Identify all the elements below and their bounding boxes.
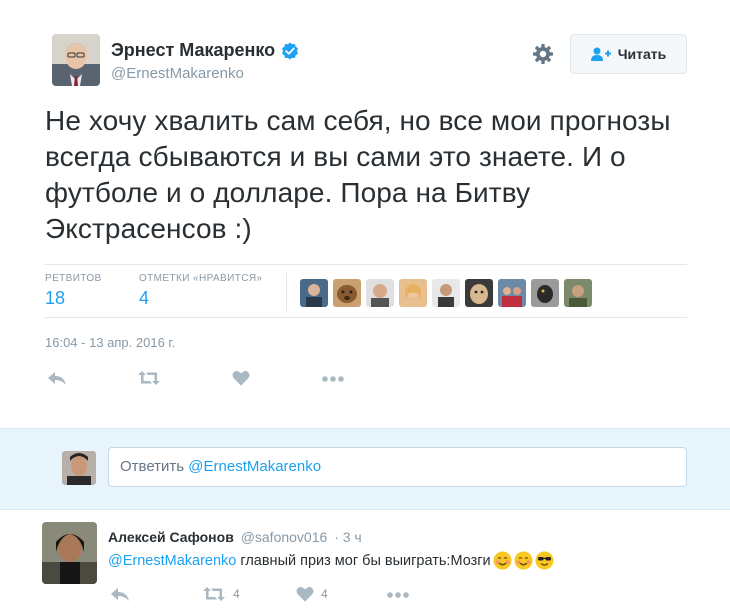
reply-retweet-count: 4 (233, 587, 240, 601)
reply-input[interactable]: Ответить @ErnestMakarenko (108, 447, 687, 487)
reply-like-count: 4 (321, 587, 328, 601)
retweets-stat[interactable]: РЕТВИТОВ 18 (45, 273, 102, 309)
follow-button[interactable]: Читать (570, 34, 687, 74)
sunglasses-face-icon (535, 551, 554, 570)
gear-icon[interactable] (532, 43, 554, 65)
tweet-timestamp[interactable]: 16:04 - 13 апр. 2016 г. (45, 335, 175, 350)
reply-mention[interactable]: @ErnestMakarenko (108, 553, 236, 569)
retweet-icon (203, 587, 225, 601)
retweets-label: РЕТВИТОВ (45, 273, 102, 284)
reply-icon[interactable] (47, 370, 67, 391)
author-name[interactable]: Эрнест Макаренко (111, 40, 275, 61)
more-icon[interactable] (386, 586, 410, 602)
heart-icon[interactable] (232, 370, 250, 391)
liker-avatar[interactable] (498, 279, 526, 307)
reply-icon[interactable] (110, 586, 130, 602)
liker-avatar[interactable] (333, 279, 361, 307)
follow-button-label: Читать (617, 46, 667, 62)
reply-text: @ErnestMakarenko главный приз мог бы выи… (108, 551, 554, 570)
stats-divider (286, 273, 287, 311)
add-user-icon (590, 47, 611, 61)
verified-badge-icon (281, 42, 299, 60)
reply-time[interactable]: · 3 ч (334, 529, 362, 545)
liker-avatar[interactable] (399, 279, 427, 307)
likes-label: ОТМЕТКИ «НРАВИТСЯ» (139, 273, 263, 284)
current-user-avatar (62, 451, 96, 485)
author-avatar[interactable] (52, 34, 100, 86)
retweet-icon[interactable] (137, 370, 161, 391)
heart-icon (296, 587, 314, 602)
liker-avatar[interactable] (564, 279, 592, 307)
liker-avatar[interactable] (531, 279, 559, 307)
retweets-count: 18 (45, 288, 66, 308)
reply-retweet-action[interactable]: 4 (202, 586, 240, 602)
liker-avatar[interactable] (366, 279, 394, 307)
liker-avatar[interactable] (465, 279, 493, 307)
reply-author-handle[interactable]: @safonov016 (241, 529, 328, 545)
main-tweet: Эрнест Макаренко @ErnestMakarenko Читать… (0, 0, 730, 425)
tweet-stats: РЕТВИТОВ 18 ОТМЕТКИ «НРАВИТСЯ» 4 (45, 264, 687, 318)
liker-avatar[interactable] (300, 279, 328, 307)
liker-avatar[interactable] (432, 279, 460, 307)
reply-composer: Ответить @ErnestMakarenko (0, 428, 730, 510)
likes-count: 4 (139, 288, 150, 308)
liker-avatars (300, 279, 597, 307)
author-handle[interactable]: @ErnestMakarenko (111, 65, 244, 82)
reply-header: Алексей Сафонов @safonov016 · 3 ч (108, 529, 362, 545)
smiling-face-icon (514, 551, 533, 570)
reply-like-action[interactable]: 4 (296, 586, 328, 602)
reply-author-name[interactable]: Алексей Сафонов (108, 529, 234, 545)
reply-input-mention: @ErnestMakarenko (188, 458, 322, 475)
smiling-face-icon (493, 551, 512, 570)
reply-input-prefix: Ответить (120, 458, 189, 475)
likes-stat[interactable]: ОТМЕТКИ «НРАВИТСЯ» 4 (139, 273, 262, 309)
reply-body: главный приз мог бы выиграть:Мозги (240, 552, 491, 569)
tweet-text: Не хочу хвалить сам себя, но все мои про… (45, 105, 671, 244)
reply-author-avatar[interactable] (42, 522, 97, 584)
more-icon[interactable] (321, 370, 345, 391)
